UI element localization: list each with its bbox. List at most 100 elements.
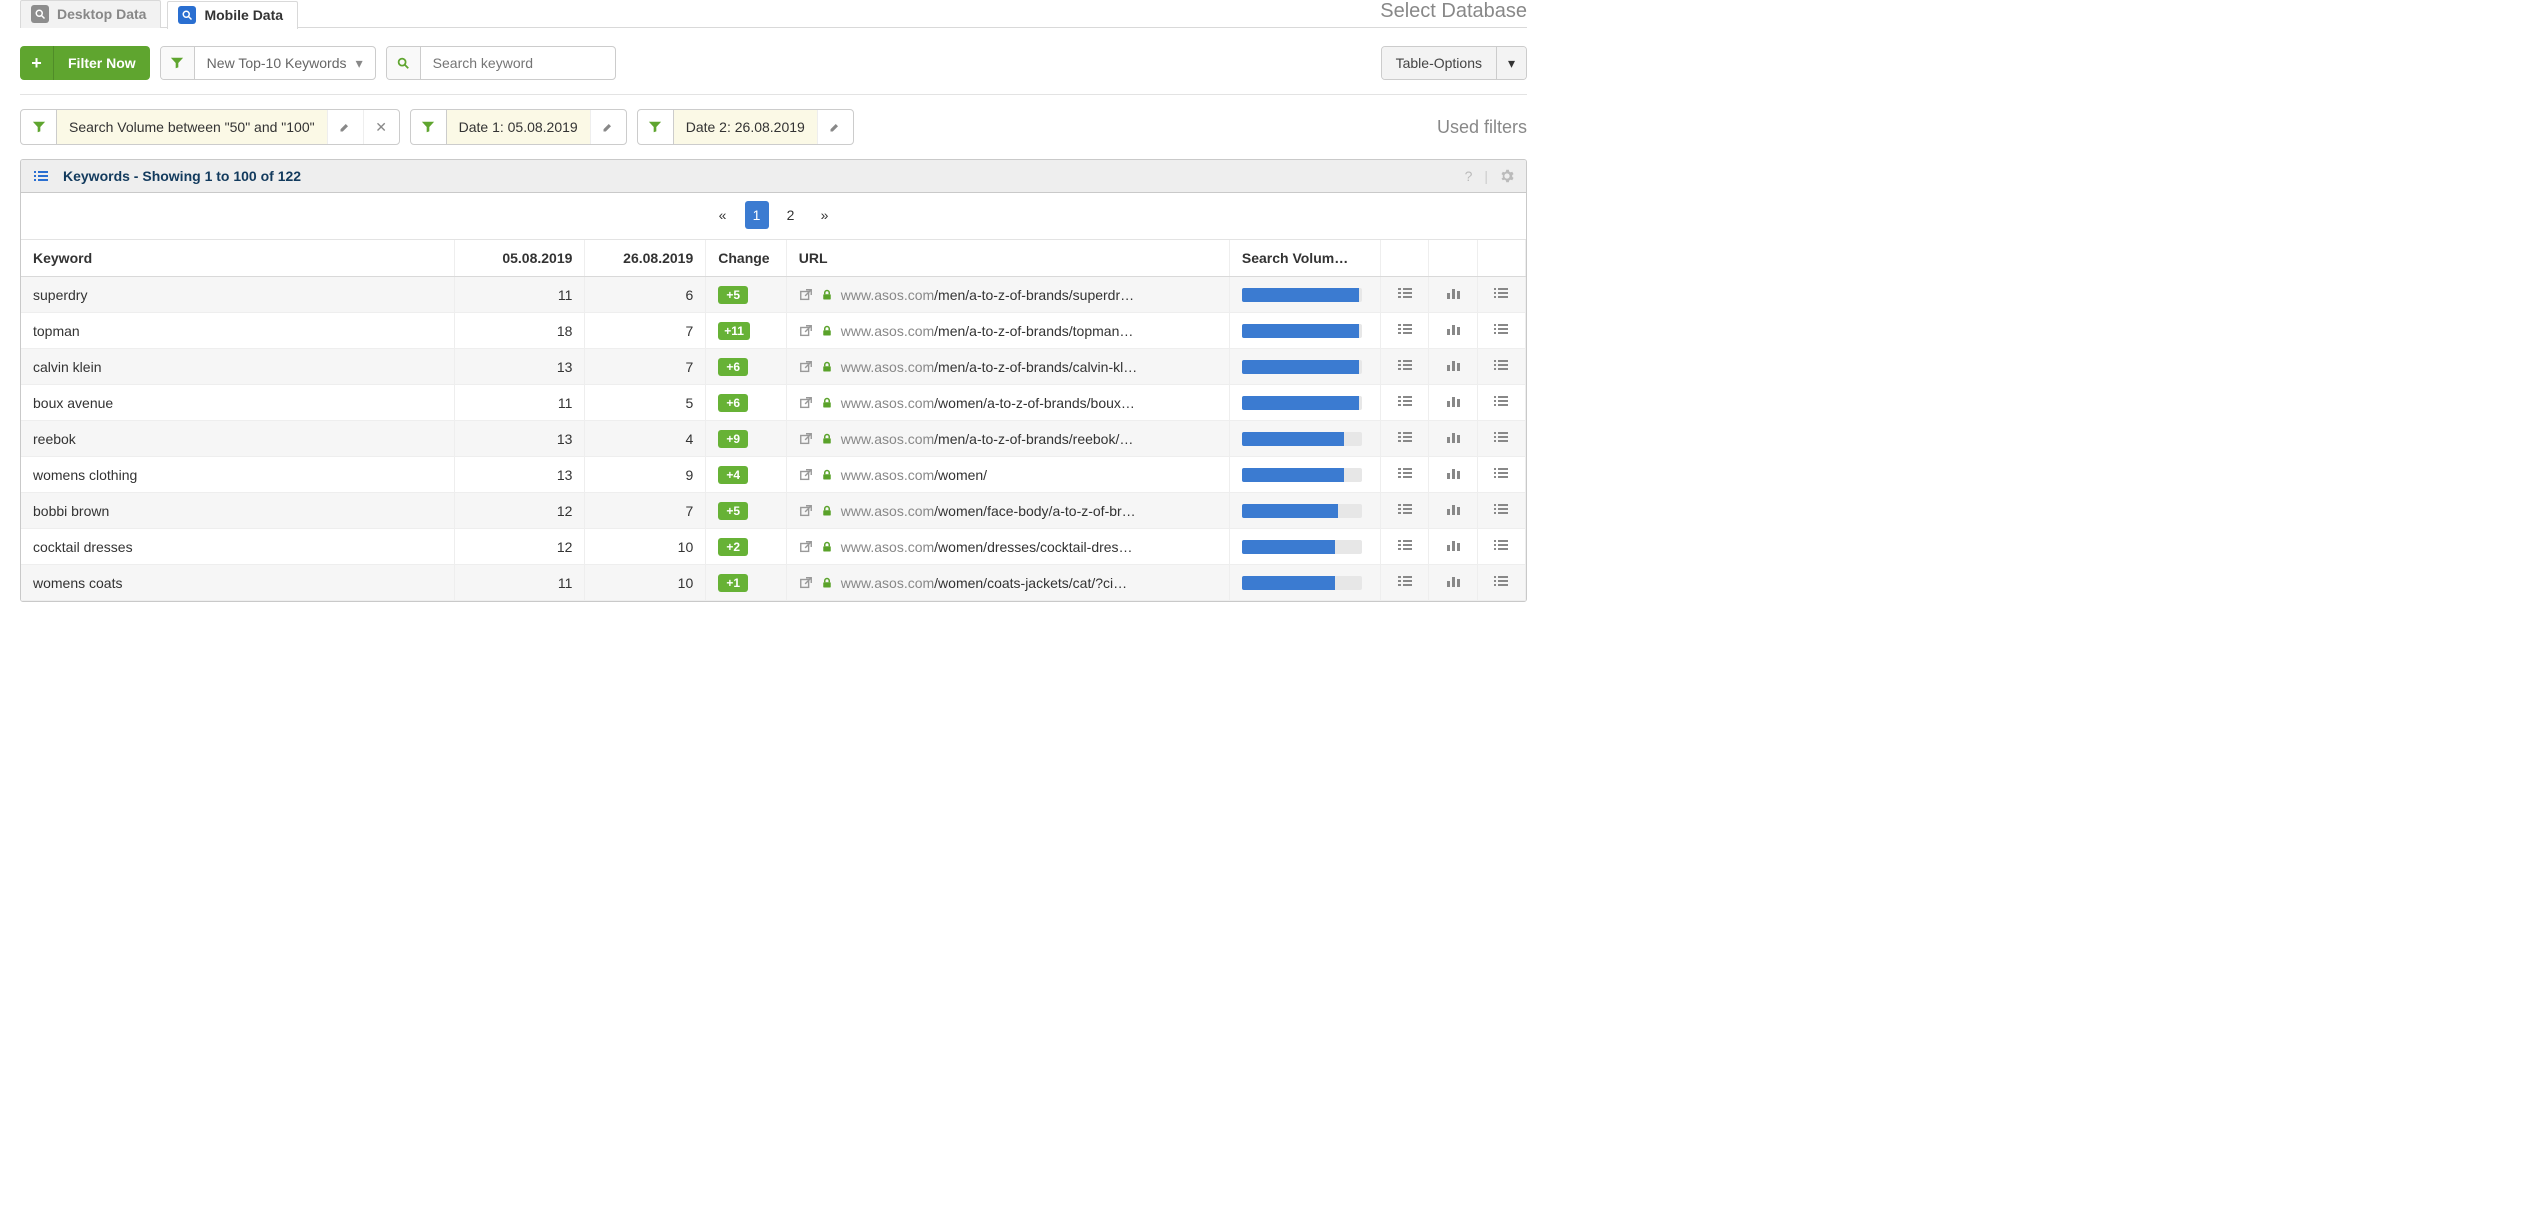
tab-desktop-data[interactable]: Desktop Data [20, 0, 161, 28]
external-link-icon[interactable] [799, 540, 813, 554]
edit-icon[interactable] [817, 110, 853, 144]
external-link-icon[interactable] [799, 504, 813, 518]
cell-change: +6 [706, 349, 787, 385]
external-link-icon[interactable] [799, 288, 813, 302]
row-action-menu[interactable] [1477, 313, 1525, 349]
col-header-change[interactable]: Change [706, 240, 787, 277]
external-link-icon[interactable] [799, 396, 813, 410]
row-action-details[interactable] [1380, 277, 1428, 313]
row-action-details[interactable] [1380, 313, 1428, 349]
external-link-icon[interactable] [799, 324, 813, 338]
cell-url[interactable]: www.asos.com/women/face-body/a-to-z-of-b… [786, 493, 1229, 529]
table-options-dropdown[interactable]: Table-Options ▾ [1381, 46, 1527, 80]
cell-url[interactable]: www.asos.com/men/a-to-z-of-brands/calvin… [786, 349, 1229, 385]
lock-icon [821, 361, 833, 373]
cell-url[interactable]: www.asos.com/women/ [786, 457, 1229, 493]
row-action-details[interactable] [1380, 493, 1428, 529]
keyword-set-label: New Top-10 Keywords [207, 55, 347, 71]
cell-url[interactable]: www.asos.com/women/dresses/cocktail-dres… [786, 529, 1229, 565]
row-action-menu[interactable] [1477, 385, 1525, 421]
edit-icon[interactable] [327, 110, 363, 144]
bar-chart-icon [1441, 357, 1464, 373]
pager-first-icon[interactable]: « [711, 201, 735, 229]
cell-date2: 4 [585, 421, 706, 457]
gear-icon[interactable] [1500, 169, 1514, 183]
pager-page-2[interactable]: 2 [779, 201, 803, 229]
row-action-details[interactable] [1380, 385, 1428, 421]
cell-url[interactable]: www.asos.com/women/a-to-z-of-brands/boux… [786, 385, 1229, 421]
row-action-menu[interactable] [1477, 493, 1525, 529]
external-link-icon[interactable] [799, 432, 813, 446]
row-action-chart[interactable] [1429, 493, 1477, 529]
cell-keyword[interactable]: cocktail dresses [21, 529, 454, 565]
list-icon [1490, 429, 1513, 445]
cell-keyword[interactable]: womens coats [21, 565, 454, 601]
cell-url[interactable]: www.asos.com/women/coats-jackets/cat/?ci… [786, 565, 1229, 601]
keyword-set-dropdown[interactable]: New Top-10 Keywords ▾ [160, 46, 376, 80]
bar-chart-icon [1441, 429, 1464, 445]
cell-change: +11 [706, 313, 787, 349]
panel-title: Keywords - Showing 1 to 100 of 122 [63, 168, 301, 184]
row-action-chart[interactable] [1429, 277, 1477, 313]
col-header-keyword[interactable]: Keyword [21, 240, 454, 277]
row-action-chart[interactable] [1429, 313, 1477, 349]
row-action-chart[interactable] [1429, 421, 1477, 457]
external-link-icon[interactable] [799, 360, 813, 374]
active-filters-row: Search Volume between "50" and "100" ✕ D… [20, 109, 1527, 145]
cell-keyword[interactable]: womens clothing [21, 457, 454, 493]
row-action-details[interactable] [1380, 349, 1428, 385]
cell-url[interactable]: www.asos.com/men/a-to-z-of-brands/topman… [786, 313, 1229, 349]
row-action-menu[interactable] [1477, 349, 1525, 385]
pager-page-1[interactable]: 1 [745, 201, 769, 229]
row-action-menu[interactable] [1477, 277, 1525, 313]
funnel-icon [161, 47, 195, 79]
search-keyword-input[interactable] [386, 46, 616, 80]
row-action-chart[interactable] [1429, 457, 1477, 493]
cell-keyword[interactable]: bobbi brown [21, 493, 454, 529]
external-link-icon[interactable] [799, 576, 813, 590]
cell-date1: 13 [454, 349, 585, 385]
help-icon[interactable]: ? [1465, 168, 1473, 184]
bar-chart-icon [1441, 321, 1464, 337]
col-header-search-volume[interactable]: Search Volum… [1229, 240, 1380, 277]
row-action-details[interactable] [1380, 565, 1428, 601]
list-icon [1490, 357, 1513, 373]
row-action-menu[interactable] [1477, 529, 1525, 565]
row-action-menu[interactable] [1477, 421, 1525, 457]
row-action-chart[interactable] [1429, 349, 1477, 385]
cell-date2: 6 [585, 277, 706, 313]
table-row: cocktail dresses1210+2www.asos.com/women… [21, 529, 1526, 565]
cell-keyword[interactable]: topman [21, 313, 454, 349]
row-action-chart[interactable] [1429, 529, 1477, 565]
external-link-icon[interactable] [799, 468, 813, 482]
details-icon [1393, 321, 1416, 337]
row-action-menu[interactable] [1477, 457, 1525, 493]
row-action-details[interactable] [1380, 457, 1428, 493]
funnel-icon [638, 110, 674, 144]
pagination: « 1 2 » [21, 193, 1526, 240]
cell-keyword[interactable]: superdry [21, 277, 454, 313]
edit-icon[interactable] [590, 110, 626, 144]
row-action-menu[interactable] [1477, 565, 1525, 601]
close-icon[interactable]: ✕ [363, 110, 399, 144]
cell-url[interactable]: www.asos.com/men/a-to-z-of-brands/reebok… [786, 421, 1229, 457]
col-header-date2[interactable]: 26.08.2019 [585, 240, 706, 277]
pager-last-icon[interactable]: » [813, 201, 837, 229]
col-header-url[interactable]: URL [786, 240, 1229, 277]
used-filters-label: Used filters [1437, 117, 1527, 138]
row-action-chart[interactable] [1429, 565, 1477, 601]
cell-keyword[interactable]: reebok [21, 421, 454, 457]
cell-keyword[interactable]: boux avenue [21, 385, 454, 421]
col-header-date1[interactable]: 05.08.2019 [454, 240, 585, 277]
select-database-link[interactable]: Select Database [1380, 0, 1527, 27]
row-action-chart[interactable] [1429, 385, 1477, 421]
cell-url[interactable]: www.asos.com/men/a-to-z-of-brands/superd… [786, 277, 1229, 313]
filter-now-button[interactable]: + Filter Now [20, 46, 150, 80]
row-action-details[interactable] [1380, 421, 1428, 457]
row-action-details[interactable] [1380, 529, 1428, 565]
tab-mobile-data[interactable]: Mobile Data [167, 1, 298, 29]
cell-keyword[interactable]: calvin klein [21, 349, 454, 385]
funnel-icon [411, 110, 447, 144]
search-keyword-field[interactable] [433, 55, 603, 71]
table-row: boux avenue115+6www.asos.com/women/a-to-… [21, 385, 1526, 421]
